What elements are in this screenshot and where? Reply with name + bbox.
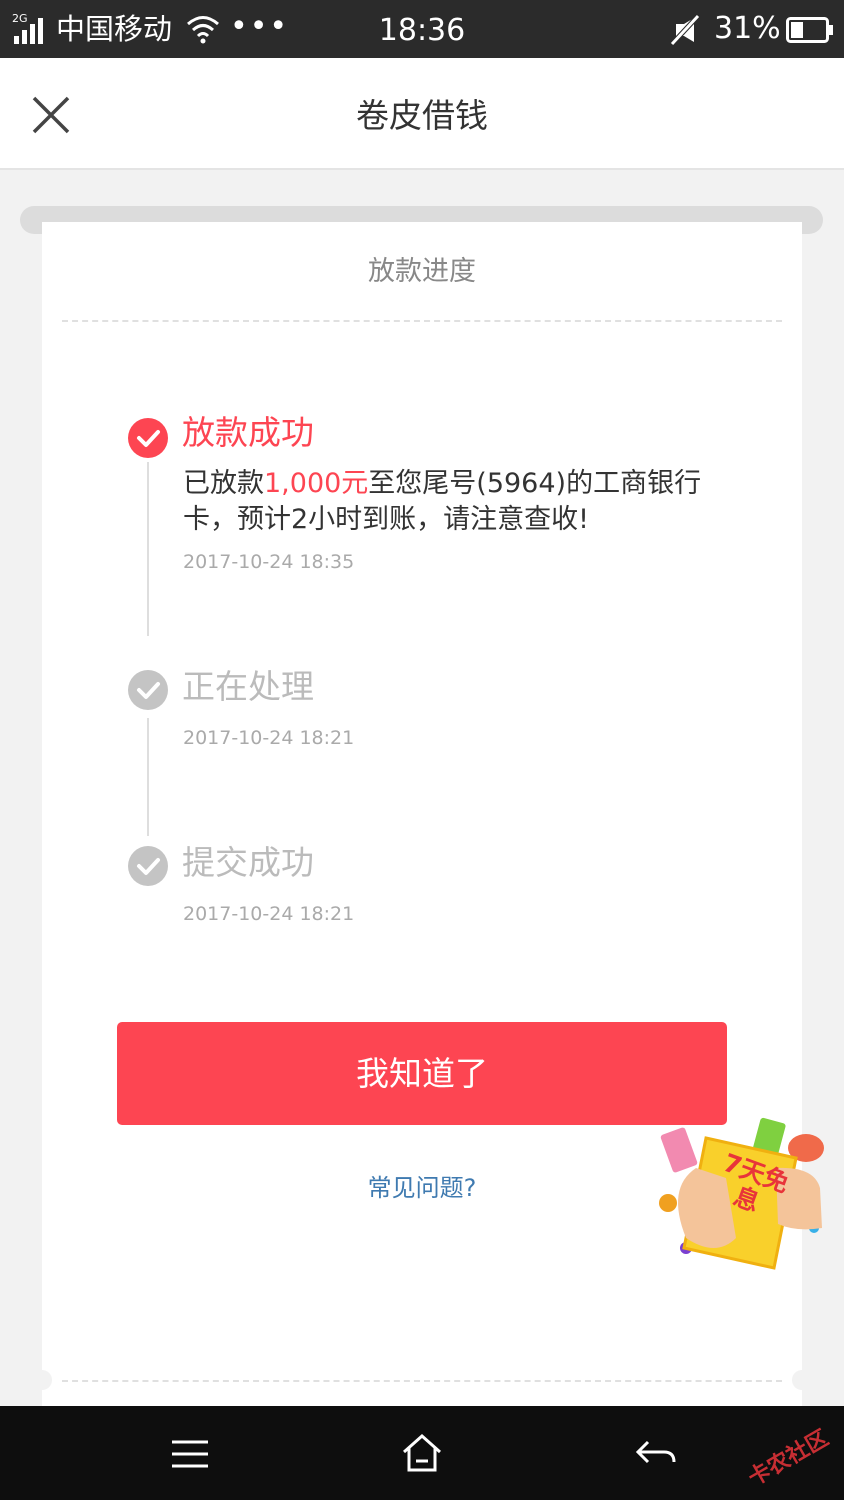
step-timestamp: 2017-10-24 18:21 xyxy=(183,903,355,925)
card-title: 放款进度 xyxy=(368,256,476,287)
step-timestamp: 2017-10-24 18:21 xyxy=(183,727,355,749)
check-circle-icon xyxy=(128,846,168,886)
card-notch xyxy=(32,1370,52,1390)
app-header: 卷皮借钱 xyxy=(0,58,844,170)
battery-icon xyxy=(786,17,833,43)
step-timestamp: 2017-10-24 18:35 xyxy=(183,551,355,573)
step-title: 提交成功 xyxy=(182,843,314,882)
card-notch xyxy=(792,1370,812,1390)
back-icon[interactable] xyxy=(634,1434,678,1474)
step-description: 已放款1,000元至您尾号(5964)的工商银行卡，预计2小时到账，请注意查收! xyxy=(183,466,743,538)
divider xyxy=(62,1380,782,1382)
timeline-connector xyxy=(147,462,149,636)
home-icon[interactable] xyxy=(400,1430,444,1474)
timeline-connector xyxy=(147,718,149,836)
watermark-logo: 卡农社区 xyxy=(744,1425,833,1492)
status-bar: 2G 中国移动 ••• 18:36 31% xyxy=(0,0,844,58)
page-title: 卷皮借钱 xyxy=(356,96,488,135)
got-it-button[interactable]: 我知道了 xyxy=(117,1022,727,1125)
step-title: 放款成功 xyxy=(182,413,314,452)
divider xyxy=(62,320,782,322)
mute-icon xyxy=(670,14,700,46)
check-circle-icon xyxy=(128,670,168,710)
step-title: 正在处理 xyxy=(182,667,314,706)
system-nav-bar: 卡农社区 xyxy=(0,1406,844,1500)
desc-prefix: 已放款 xyxy=(183,468,264,499)
battery-percent: 31% xyxy=(714,11,781,46)
check-circle-icon xyxy=(128,418,168,458)
menu-icon[interactable] xyxy=(168,1434,212,1474)
loan-amount: 1,000元 xyxy=(264,468,369,499)
promo-float-ad[interactable]: 7天免息 xyxy=(656,1108,826,1278)
